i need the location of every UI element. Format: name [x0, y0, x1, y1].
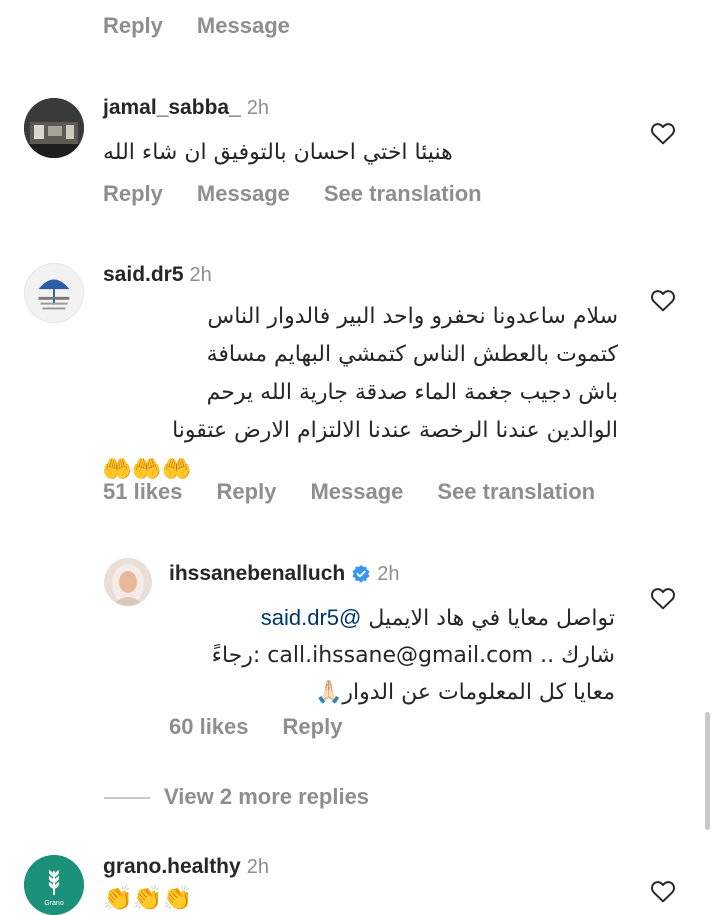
timestamp: 2h — [246, 97, 270, 119]
username[interactable]: grano.healthy — [103, 855, 241, 878]
reply-line: تواصل معايا في هاد الايميل @said.dr5 — [155, 599, 615, 637]
avatar[interactable] — [24, 263, 84, 323]
reply-button[interactable]: Reply — [217, 479, 277, 505]
comment-text: هنيئا اختي احسان بالتوفيق ان شاء الله — [103, 140, 453, 165]
see-translation-button[interactable]: See translation — [437, 479, 595, 505]
comment-actions: 51 likes Reply Message See translation — [103, 479, 595, 505]
heart-icon[interactable] — [650, 121, 676, 145]
comment-header: jamal_sabba_ 2h — [103, 96, 269, 120]
comment-text: سلام ساعدونا نحفرو واحد البير فالدوار ال… — [98, 298, 618, 488]
comment-header: grano.healthy 2h — [103, 855, 269, 879]
comment-header: ihssanebenalluch 2h — [169, 562, 399, 586]
top-comment-actions: Reply Message — [103, 13, 290, 39]
heart-icon[interactable] — [650, 288, 676, 312]
avatar[interactable]: Grano — [24, 855, 84, 915]
reply-button[interactable]: Reply — [103, 181, 163, 207]
comment-line: كتموت بالعطش الناس كتمشي البهايم مسافة — [206, 342, 618, 367]
view-more-divider — [104, 797, 150, 799]
avatar[interactable] — [104, 558, 152, 606]
username[interactable]: said.dr5 — [103, 263, 184, 286]
username[interactable]: ihssanebenalluch — [169, 562, 345, 586]
likes-count[interactable]: 60 likes — [169, 714, 249, 740]
comment-line: سلام ساعدونا نحفرو واحد البير فالدوار ال… — [207, 304, 618, 329]
comment-actions: Reply Message See translation — [103, 181, 482, 207]
comment-line: باش دجيب جغمة الماء صدقة جارية الله يرحم — [206, 380, 618, 405]
reply-line: شارك .. call.ihssane@gmail.com :رجاءً — [211, 643, 615, 668]
message-button[interactable]: Message — [197, 13, 290, 39]
view-more-replies-button[interactable]: View 2 more replies — [164, 784, 369, 810]
see-translation-button[interactable]: See translation — [324, 181, 482, 207]
comment-line: الوالدين عندنا الرخصة عندنا الالتزام الا… — [172, 418, 618, 443]
mention-link[interactable]: @said.dr5 — [261, 605, 362, 630]
avatar-label: Grano — [44, 900, 64, 907]
likes-count[interactable]: 51 likes — [103, 479, 183, 505]
timestamp: 2h — [189, 264, 212, 286]
emoji-line: 👏👏👏 — [103, 885, 193, 912]
reply-line-text: تواصل معايا في هاد الايميل — [368, 606, 615, 631]
reply-actions: 60 likes Reply — [169, 714, 342, 740]
message-button[interactable]: Message — [197, 181, 290, 207]
reply-line: معايا كل المعلومات عن الدوار🙏🏻 — [314, 680, 615, 705]
comment-header: said.dr5 2h — [103, 263, 212, 287]
timestamp: 2h — [246, 856, 269, 878]
reply-button[interactable]: Reply — [103, 13, 163, 39]
heart-icon[interactable] — [650, 879, 676, 903]
timestamp: 2h — [377, 562, 400, 585]
message-button[interactable]: Message — [310, 479, 403, 505]
reply-text: تواصل معايا في هاد الايميل @said.dr5 شار… — [155, 599, 615, 711]
avatar[interactable] — [24, 98, 84, 158]
reply-button[interactable]: Reply — [283, 714, 343, 740]
heart-icon[interactable] — [650, 586, 676, 610]
verified-badge-icon — [352, 565, 370, 583]
username[interactable]: jamal_sabba_ — [103, 96, 241, 119]
scrollbar[interactable] — [705, 712, 710, 830]
